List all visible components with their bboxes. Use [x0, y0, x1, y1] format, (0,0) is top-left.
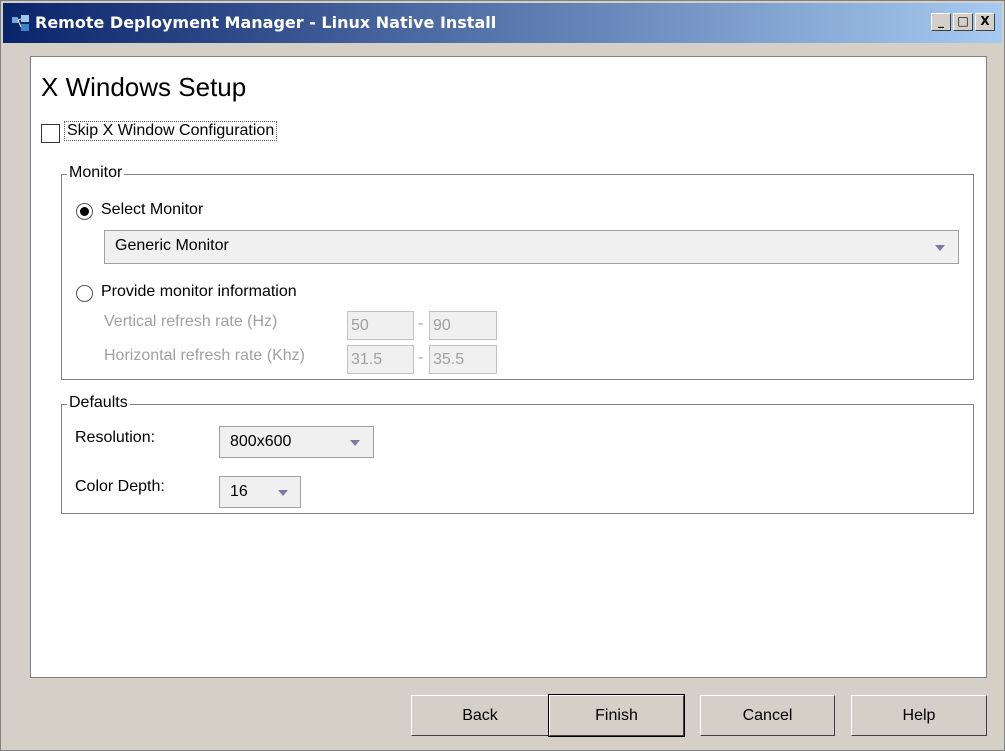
cancel-button[interactable]: Cancel — [700, 695, 835, 736]
defaults-legend: Defaults — [67, 394, 130, 412]
monitor-select[interactable]: Generic Monitor — [104, 230, 959, 264]
title-bar[interactable]: Remote Deployment Manager - Linux Native… — [3, 3, 1002, 43]
content-panel: X Windows Setup Skip X Window Configurat… — [30, 56, 987, 678]
color-depth-select-value: 16 — [230, 483, 248, 500]
page-title: X Windows Setup — [41, 72, 247, 102]
resolution-select[interactable]: 800x600 — [219, 426, 374, 458]
vertical-refresh-label: Vertical refresh rate (Hz) — [104, 313, 278, 330]
chevron-down-icon — [935, 245, 945, 251]
color-depth-select[interactable]: 16 — [219, 476, 301, 508]
chevron-down-icon — [350, 440, 360, 446]
horizontal-max-value: 35.5 — [433, 351, 465, 368]
monitor-select-value: Generic Monitor — [115, 237, 229, 254]
radio-selected-dot — [80, 207, 89, 216]
finish-button[interactable]: Finish — [548, 694, 685, 737]
select-monitor-label[interactable]: Select Monitor — [101, 201, 203, 219]
window-title: Remote Deployment Manager - Linux Native… — [35, 13, 497, 32]
vertical-max-field[interactable]: 90 — [429, 311, 497, 340]
resolution-label: Resolution: — [75, 429, 156, 446]
horizontal-min-field[interactable]: 31.5 — [347, 345, 414, 374]
provide-info-radio[interactable] — [76, 285, 93, 302]
chevron-down-icon — [278, 490, 288, 496]
horizontal-separator: - — [418, 349, 424, 366]
dialog-window: Remote Deployment Manager - Linux Native… — [0, 0, 1005, 751]
horizontal-min-value: 31.5 — [351, 351, 383, 368]
vertical-min-field[interactable]: 50 — [347, 311, 414, 340]
vertical-min-value: 50 — [351, 317, 369, 334]
color-depth-label: Color Depth: — [75, 478, 165, 495]
monitor-legend: Monitor — [67, 164, 125, 182]
provide-info-label[interactable]: Provide monitor information — [101, 283, 297, 301]
defaults-group: Defaults Resolution: 800x600 Color Depth… — [61, 394, 974, 514]
app-icon — [12, 15, 29, 31]
horizontal-refresh-label: Horizontal refresh rate (Khz) — [104, 347, 305, 364]
vertical-max-value: 90 — [433, 317, 451, 334]
select-monitor-radio[interactable] — [76, 203, 93, 220]
help-button[interactable]: Help — [851, 695, 987, 736]
minimize-button[interactable]: _ — [931, 13, 951, 31]
back-button[interactable]: Back — [411, 695, 549, 736]
close-button[interactable]: X — [975, 13, 995, 31]
maximize-button[interactable]: □ — [953, 13, 973, 31]
vertical-separator: - — [418, 315, 424, 332]
monitor-group: Monitor Select Monitor Generic Monitor P… — [61, 164, 974, 380]
skip-x-config-checkbox[interactable] — [41, 124, 60, 143]
skip-x-config-label[interactable]: Skip X Window Configuration — [64, 121, 278, 141]
resolution-select-value: 800x600 — [230, 433, 292, 450]
horizontal-max-field[interactable]: 35.5 — [429, 345, 497, 374]
